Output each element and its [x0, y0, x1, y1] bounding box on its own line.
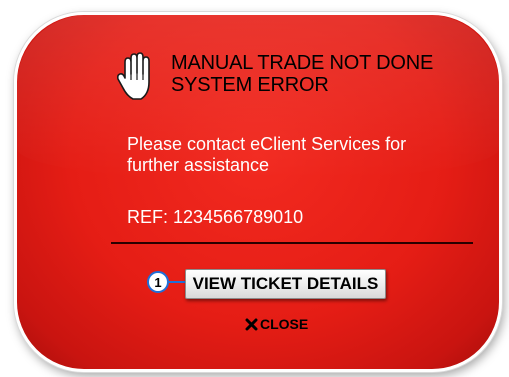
error-message: Please contact eClient Services for furt…: [127, 134, 407, 175]
close-icon: [245, 318, 258, 330]
error-dialog: MANUAL TRADE NOT DONE SYSTEM ERROR Pleas…: [14, 12, 502, 372]
close-button[interactable]: CLOSE: [245, 316, 308, 332]
title-line-1: MANUAL TRADE NOT DONE: [171, 52, 434, 74]
reference-number: REF: 1234566789010: [127, 207, 304, 227]
stop-hand-icon: [117, 52, 150, 100]
step-badge: 1: [147, 271, 169, 293]
view-ticket-details-button[interactable]: VIEW TICKET DETAILS: [185, 269, 386, 299]
dialog-title: MANUAL TRADE NOT DONE SYSTEM ERROR: [171, 52, 433, 96]
close-label: CLOSE: [260, 316, 309, 332]
dialog-header: MANUAL TRADE NOT DONE SYSTEM ERROR: [117, 52, 433, 104]
divider: [111, 242, 473, 244]
screen: MANUAL TRADE NOT DONE SYSTEM ERROR Pleas…: [0, 0, 509, 377]
title-line-2: SYSTEM ERROR: [171, 74, 329, 96]
